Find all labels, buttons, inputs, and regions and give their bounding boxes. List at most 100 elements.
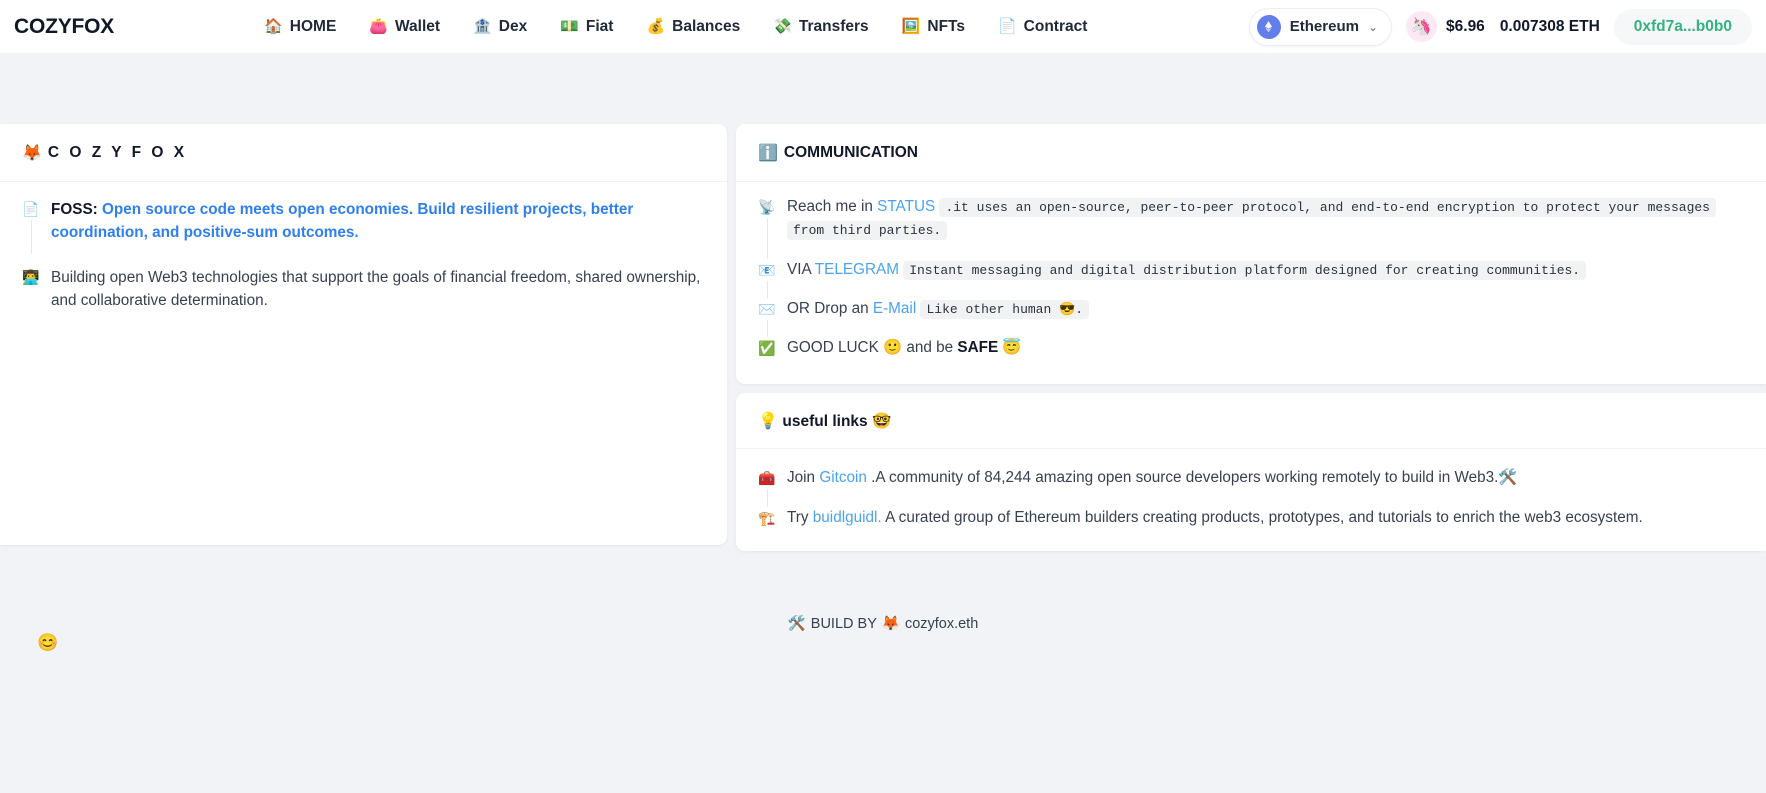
comm-row-telegram-prefix: VIA <box>787 260 815 278</box>
goodluck-strong: SAFE <box>957 339 999 357</box>
construction-icon: 🏗️ <box>758 507 776 530</box>
developer-icon: 👨‍💻 <box>22 265 40 288</box>
chain-selector[interactable]: Ethereum ⌄ <box>1248 7 1393 46</box>
top-navbar: COZYFOX 🏠 HOME 👛 Wallet 🏦 Dex 💵 Fiat 💰 B… <box>0 0 1766 53</box>
nav-label: Transfers <box>798 17 869 35</box>
wallet-balance[interactable]: 🦄 $6.96 0.007308 ETH <box>1406 11 1600 42</box>
cozyfox-bullet-list: 📄 FOSS: Open source code meets open econ… <box>22 198 705 312</box>
comm-row-telegram-text: VIA TELEGRAM Instant messaging and digit… <box>787 259 1587 282</box>
balance-eth: 0.007308 ETH <box>1499 17 1600 35</box>
comm-row-email: ✉️ OR Drop an E-Mail Like other human 😎. <box>758 298 1744 321</box>
chain-name: Ethereum <box>1289 18 1359 35</box>
bullet-foss-link[interactable]: Open source code meets open economies. B… <box>51 201 633 241</box>
page-icon: 📄 <box>997 18 1017 35</box>
info-icon: ℹ️ <box>758 145 778 162</box>
comm-row-email-text: OR Drop an E-Mail Like other human 😎. <box>787 298 1090 321</box>
nav-item-contract[interactable]: 📄 Contract <box>998 19 1087 35</box>
gitcoin-suffix: .A community of 84,244 amazing open sour… <box>866 468 1518 486</box>
nav-item-transfers[interactable]: 💸 Transfers <box>773 19 868 35</box>
cozyfox-card-header: 🦊 C O Z Y F O X <box>0 124 727 182</box>
bullet-foss: 📄 FOSS: Open source code meets open econ… <box>22 198 705 245</box>
nav-label: HOME <box>289 17 337 35</box>
page-icon: 📄 <box>22 198 40 220</box>
nav-item-balances[interactable]: 💰 Balances <box>646 19 740 35</box>
footer-build-by: 🛠️ BUILD BY 🦊 cozyfox.eth <box>787 615 979 633</box>
page-footer: 🛠️ BUILD BY 🦊 cozyfox.eth <box>0 615 1766 633</box>
comm-row-goodluck: ✅ GOOD LUCK 🙂 and be SAFE 😇 <box>758 337 1744 360</box>
satellite-antenna-icon: 📡 <box>758 196 776 218</box>
footer-text: BUILD BY <box>810 615 877 632</box>
nav-label: NFTs <box>927 17 965 35</box>
comm-row-goodluck-text: GOOD LUCK 🙂 and be SAFE 😇 <box>787 337 1021 359</box>
footer-author[interactable]: cozyfox.eth <box>905 616 978 632</box>
goodluck-suffix: 😇 <box>998 339 1022 357</box>
nav-item-wallet[interactable]: 👛 Wallet <box>369 19 440 35</box>
framed-picture-icon: 🖼️ <box>901 18 921 35</box>
communication-card-body: 📡 Reach me in STATUS .it uses an open-so… <box>736 182 1766 384</box>
nav-label: Wallet <box>394 17 441 35</box>
unicorn-icon: 🦄 <box>1406 11 1438 42</box>
brand-logo[interactable]: COZYFOX <box>14 15 114 39</box>
link-row-gitcoin-text: Join Gitcoin .A community of 84,244 amaz… <box>787 467 1517 489</box>
useful-links-card: 💡 useful links 🤓 🧰 Join Gitcoin .A commu… <box>736 392 1766 552</box>
moneybag-icon: 💰 <box>646 18 666 35</box>
nav-item-nfts[interactable]: 🖼️ NFTs <box>902 19 965 35</box>
check-mark-icon: ✅ <box>758 337 776 360</box>
cozyfox-card-body: 📄 FOSS: Open source code meets open econ… <box>0 182 727 355</box>
columns-layout: 🦊 C O Z Y F O X 📄 FOSS: Open source code… <box>0 53 1766 552</box>
gitcoin-link[interactable]: Gitcoin <box>819 469 867 486</box>
comm-row-status: 📡 Reach me in STATUS .it uses an open-so… <box>758 196 1744 243</box>
comm-row-status-prefix: Reach me in <box>787 198 878 215</box>
nav-label: Contract <box>1023 17 1088 35</box>
fox-icon: 🦊 <box>22 145 42 162</box>
lightbulb-icon: 💡 <box>758 412 778 430</box>
navbar-right-cluster: Ethereum ⌄ 🦄 $6.96 0.007308 ETH 0xfd7a..… <box>1248 7 1752 46</box>
useful-links-body: 🧰 Join Gitcoin .A community of 84,244 am… <box>736 449 1766 551</box>
house-icon: 🏠 <box>264 18 283 35</box>
buidlguidl-suffix: A curated group of Ethereum builders cre… <box>881 509 1643 527</box>
gitcoin-prefix: Join <box>787 468 820 486</box>
money-wings-icon: 💸 <box>773 18 792 35</box>
primary-nav: 🏠 HOME 👛 Wallet 🏦 Dex 💵 Fiat 💰 Balances … <box>264 19 1087 35</box>
page-body: 🦊 C O Z Y F O X 📄 FOSS: Open source code… <box>0 53 1766 651</box>
goodluck-prefix: GOOD LUCK 🙂 and be <box>787 339 958 357</box>
status-link[interactable]: STATUS <box>877 198 935 215</box>
corner-smiley-icon: 😊 <box>37 633 59 652</box>
fox-icon: 🦊 <box>881 616 900 632</box>
link-row-gitcoin: 🧰 Join Gitcoin .A community of 84,244 am… <box>758 466 1744 489</box>
balance-usd: $6.96 <box>1446 17 1485 35</box>
email-icon: 📧 <box>758 258 776 281</box>
bank-icon: 🏦 <box>473 18 492 35</box>
comm-row-status-text: Reach me in STATUS .it uses an open-sour… <box>787 196 1744 243</box>
comm-row-email-prefix: OR Drop an <box>787 300 873 318</box>
purse-icon: 👛 <box>369 18 388 35</box>
telegram-description-code: Instant messaging and digital distributi… <box>903 260 1587 280</box>
email-link[interactable]: E-Mail <box>873 300 916 317</box>
communication-card-title: COMMUNICATION <box>783 144 918 161</box>
communication-card: ℹ️ COMMUNICATION 📡 Reach me in STATUS .i… <box>736 124 1766 384</box>
tools-icon: 🛠️ <box>787 616 806 632</box>
nav-item-dex[interactable]: 🏦 Dex <box>473 19 527 35</box>
left-column: 🦊 C O Z Y F O X 📄 FOSS: Open source code… <box>0 124 727 545</box>
chevron-down-icon: ⌄ <box>1367 19 1379 34</box>
communication-card-header: ℹ️ COMMUNICATION <box>736 124 1766 182</box>
nav-label: Balances <box>672 17 741 35</box>
email-description-code: Like other human 😎. <box>920 300 1090 320</box>
wallet-address-pill[interactable]: 0xfd7a...b0b0 <box>1613 8 1752 45</box>
nav-item-home[interactable]: 🏠 HOME <box>264 19 336 35</box>
ethereum-icon <box>1256 14 1281 39</box>
cozyfox-card-title: C O Z Y F O X <box>47 144 188 161</box>
telegram-link[interactable]: TELEGRAM <box>815 261 899 278</box>
bullet-building-text: Building open Web3 technologies that sup… <box>51 268 701 309</box>
nav-label: Dex <box>498 17 528 35</box>
buidlguidl-link[interactable]: buidlguidl. <box>813 509 882 526</box>
cozyfox-card: 🦊 C O Z Y F O X 📄 FOSS: Open source code… <box>0 124 727 545</box>
link-row-buidlguidl: 🏗️ Try buidlguidl. A curated group of Et… <box>758 507 1744 530</box>
envelope-icon: ✉️ <box>758 298 776 321</box>
toolbox-icon: 🧰 <box>758 466 776 489</box>
right-column: ℹ️ COMMUNICATION 📡 Reach me in STATUS .i… <box>736 124 1766 552</box>
nav-label: Fiat <box>585 17 614 35</box>
bullet-foss-label: FOSS: <box>51 201 98 218</box>
bullet-building: 👨‍💻 Building open Web3 technologies that… <box>22 265 705 313</box>
nav-item-fiat[interactable]: 💵 Fiat <box>560 19 613 35</box>
